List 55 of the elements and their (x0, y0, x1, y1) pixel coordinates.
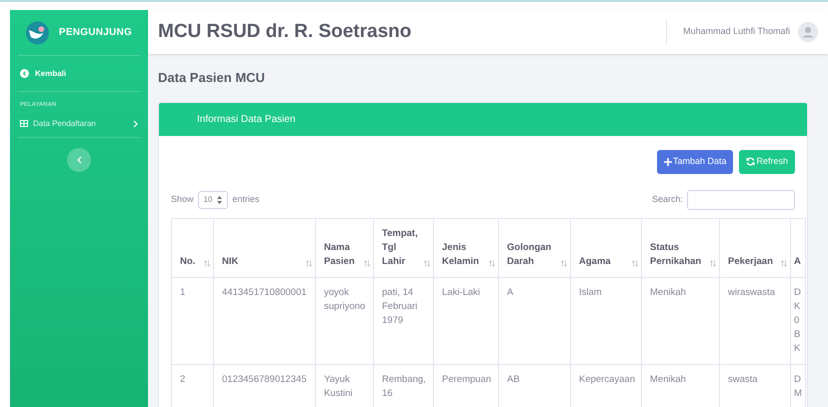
refresh-icon (746, 157, 756, 166)
app-title: MCU RSUD dr. R. Soetrasno (158, 20, 412, 44)
search-field[interactable] (687, 190, 795, 210)
column-header[interactable]: Pekerjaan (728, 254, 773, 268)
brand-name: PENGUNJUNG (58, 26, 132, 40)
table-cell: D M (794, 374, 802, 398)
logo-icon (26, 20, 49, 44)
sort-icon[interactable] (781, 260, 787, 266)
table-cell: Perempuan (442, 374, 492, 384)
table-cell: yoyok supriyono (324, 286, 366, 312)
table-cell: AB (507, 374, 520, 384)
sidebar-toggle-button[interactable] (67, 148, 91, 172)
table-icon (20, 120, 28, 127)
table-cell: Laki-Laki (442, 286, 480, 298)
table-cell: D K 0 B K (794, 286, 801, 354)
user-name[interactable]: Muhammad Luthfi Thomafi (683, 25, 790, 39)
table-cell: wiraswasta (728, 286, 775, 298)
table-cell: pati, 14 Februari 1979 (382, 286, 418, 326)
table-cell: A (507, 286, 514, 298)
back-arrow-icon (20, 69, 29, 78)
select-caret-icon (217, 196, 222, 204)
card-title: Informasi Data Pasien (197, 112, 296, 126)
sort-icon[interactable] (632, 260, 638, 266)
chevron-icon (133, 120, 138, 128)
table-cell: Rembang, 16 (382, 374, 426, 398)
table-cell: swasta (728, 374, 758, 384)
sort-icon[interactable] (489, 260, 495, 266)
table-cell: 2 (180, 374, 186, 384)
table-cell: Islam (579, 286, 602, 298)
table-cell: Menikah (650, 286, 686, 298)
table-cell: 1 (180, 286, 186, 298)
sort-icon[interactable] (424, 260, 430, 266)
add-button[interactable]: Tambah Data (656, 150, 734, 174)
column-header[interactable]: Agama (579, 254, 611, 268)
sort-icon[interactable] (561, 260, 567, 266)
plus-icon (664, 158, 672, 166)
column-header[interactable]: A (794, 254, 801, 268)
column-header[interactable]: NIK (222, 254, 238, 268)
length-label: entries (232, 192, 260, 206)
sort-icon[interactable] (364, 260, 370, 266)
table-cell: Kepercayaan (579, 374, 635, 384)
entries-select[interactable]: 10 (198, 190, 228, 208)
table-cell: Yayuk Kustini (324, 374, 353, 398)
column-header[interactable]: No. (180, 254, 196, 268)
table-cell: 4413451710800001 (222, 286, 307, 298)
table-cell: Menikah (650, 374, 686, 384)
search-label: Search: (652, 192, 683, 206)
length-label: Show (171, 192, 194, 206)
sort-icon[interactable] (306, 260, 312, 266)
sort-icon[interactable] (204, 260, 210, 266)
table-cell: 0123456789012345 (222, 374, 307, 384)
chevron-left-icon (76, 156, 82, 164)
sort-icon[interactable] (710, 260, 716, 266)
page-title: Data Pasien MCU (158, 69, 266, 87)
user-avatar-icon[interactable] (798, 22, 818, 42)
